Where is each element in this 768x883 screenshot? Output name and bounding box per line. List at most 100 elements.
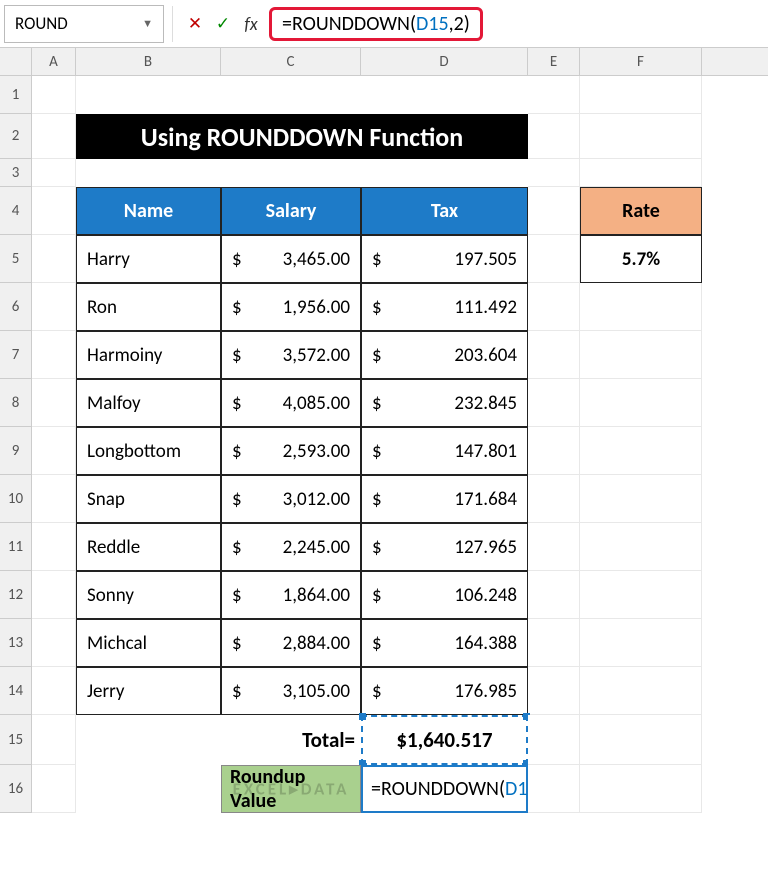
cell-name[interactable]: Reddle (76, 523, 221, 571)
cell-name[interactable]: Malfoy (76, 379, 221, 427)
enter-icon[interactable]: ✓ (209, 10, 237, 38)
cell-name[interactable]: Longbottom (76, 427, 221, 475)
cell-E2[interactable] (528, 114, 580, 159)
cell-B1[interactable] (76, 76, 221, 114)
table-header-name[interactable]: Name (76, 187, 221, 235)
select-all-corner[interactable] (0, 48, 32, 75)
cell-name[interactable]: Harmoiny (76, 331, 221, 379)
formula-input[interactable]: =ROUNDDOWN(D15,2) (265, 6, 764, 42)
cell-A2[interactable] (32, 114, 76, 159)
row-header-2[interactable]: 2 (0, 114, 32, 159)
row-7: 7 Harmoiny $3,572.00 $203.604 (0, 331, 768, 379)
row-header-4[interactable]: 4 (0, 187, 32, 235)
cell-tax[interactable]: $147.801 (361, 427, 528, 475)
fx-icon[interactable]: fx (237, 10, 265, 38)
roundup-label[interactable]: Roundup Value EXCEL▸DATA (221, 765, 361, 813)
cell-A3[interactable] (32, 159, 76, 187)
total-value[interactable]: $1,640.517 (361, 715, 528, 765)
total-label[interactable]: Total= (221, 715, 361, 765)
cell-salary[interactable]: $2,245.00 (221, 523, 361, 571)
cell-C3[interactable] (221, 159, 361, 187)
cell-F2[interactable] (580, 114, 702, 159)
row-header-14[interactable]: 14 (0, 667, 32, 715)
cell-F3[interactable] (580, 159, 702, 187)
row-header-15[interactable]: 15 (0, 715, 32, 765)
cell-B3[interactable] (76, 159, 221, 187)
title-cell[interactable]: Using ROUNDDOWN Function (76, 114, 528, 159)
name-box-dropdown-icon[interactable]: ▼ (142, 17, 153, 30)
roundup-formula-cell[interactable]: =ROUNDDOWN(D15,2) (361, 765, 528, 813)
col-header-E[interactable]: E (528, 48, 580, 75)
cell-tax[interactable]: $127.965 (361, 523, 528, 571)
cell-A5[interactable] (32, 235, 76, 283)
row-header-10[interactable]: 10 (0, 475, 32, 523)
cell-E3[interactable] (528, 159, 580, 187)
cancel-icon[interactable]: ✕ (181, 10, 209, 38)
cell-E5[interactable] (528, 235, 580, 283)
cell-salary[interactable]: $3,105.00 (221, 667, 361, 715)
cell-C1[interactable] (221, 76, 361, 114)
cell-F1[interactable] (580, 76, 702, 114)
col-header-F[interactable]: F (580, 48, 702, 75)
cell-salary[interactable]: $3,465.00 (221, 235, 361, 283)
row-header-11[interactable]: 11 (0, 523, 32, 571)
row-header-12[interactable]: 12 (0, 571, 32, 619)
cell-name[interactable]: Michcal (76, 619, 221, 667)
cell-salary[interactable]: $1,864.00 (221, 571, 361, 619)
cell-salary[interactable]: $3,572.00 (221, 331, 361, 379)
cell-name[interactable]: Snap (76, 475, 221, 523)
cell-name[interactable]: Ron (76, 283, 221, 331)
col-header-D[interactable]: D (361, 48, 528, 75)
row-header-13[interactable]: 13 (0, 619, 32, 667)
row-header-5[interactable]: 5 (0, 235, 32, 283)
cell-A4[interactable] (32, 187, 76, 235)
cell-E4[interactable] (528, 187, 580, 235)
cell-tax[interactable]: $232.845 (361, 379, 528, 427)
row-1: 1 (0, 76, 768, 114)
col-header-B[interactable]: B (76, 48, 221, 75)
cell-salary[interactable]: $1,956.00 (221, 283, 361, 331)
rate-value[interactable]: 5.7% (580, 235, 702, 283)
cell-D3[interactable] (361, 159, 528, 187)
cell-name[interactable]: Harry (76, 235, 221, 283)
row-header-16[interactable]: 16 (0, 765, 32, 813)
grid: 1 2 Using ROUNDDOWN Function 3 4 Name Sa… (0, 76, 768, 813)
row-header-8[interactable]: 8 (0, 379, 32, 427)
cell-E1[interactable] (528, 76, 580, 114)
cell-tax[interactable]: $176.985 (361, 667, 528, 715)
row-header-3[interactable]: 3 (0, 159, 32, 187)
table-header-tax[interactable]: Tax (361, 187, 528, 235)
table-header-salary[interactable]: Salary (221, 187, 361, 235)
row-header-1[interactable]: 1 (0, 76, 32, 114)
cell-tax[interactable]: $106.248 (361, 571, 528, 619)
row-header-9[interactable]: 9 (0, 427, 32, 475)
row-3: 3 (0, 159, 768, 187)
cell-name[interactable]: Sonny (76, 571, 221, 619)
cell-tax[interactable]: $164.388 (361, 619, 528, 667)
cell-tax[interactable]: $171.684 (361, 475, 528, 523)
cell-tax[interactable]: $197.505 (361, 235, 528, 283)
row-16: 16 Roundup Value EXCEL▸DATA =ROUNDDOWN(D… (0, 765, 768, 813)
row-2: 2 Using ROUNDDOWN Function (0, 114, 768, 159)
cell-D1[interactable] (361, 76, 528, 114)
row-header-7[interactable]: 7 (0, 331, 32, 379)
cell-tax[interactable]: $111.492 (361, 283, 528, 331)
row-header-6[interactable]: 6 (0, 283, 32, 331)
rate-header[interactable]: Rate (580, 187, 702, 235)
row-14: 14 Jerry $3,105.00 $176.985 (0, 667, 768, 715)
row-6: 6 Ron $1,956.00 $111.492 (0, 283, 768, 331)
col-header-C[interactable]: C (221, 48, 361, 75)
cell-salary[interactable]: $3,012.00 (221, 475, 361, 523)
row-4: 4 Name Salary Tax Rate (0, 187, 768, 235)
cell-salary[interactable]: $2,593.00 (221, 427, 361, 475)
row-12: 12 Sonny $1,864.00 $106.248 (0, 571, 768, 619)
name-box[interactable]: ROUND ▼ (4, 5, 164, 43)
cell-salary[interactable]: $2,884.00 (221, 619, 361, 667)
cell-salary[interactable]: $4,085.00 (221, 379, 361, 427)
row-5: 5 Harry $3,465.00 $197.505 5.7% (0, 235, 768, 283)
cell-A1[interactable] (32, 76, 76, 114)
cell-tax[interactable]: $203.604 (361, 331, 528, 379)
col-header-A[interactable]: A (32, 48, 76, 75)
cell-name[interactable]: Jerry (76, 667, 221, 715)
row-9: 9 Longbottom $2,593.00 $147.801 (0, 427, 768, 475)
